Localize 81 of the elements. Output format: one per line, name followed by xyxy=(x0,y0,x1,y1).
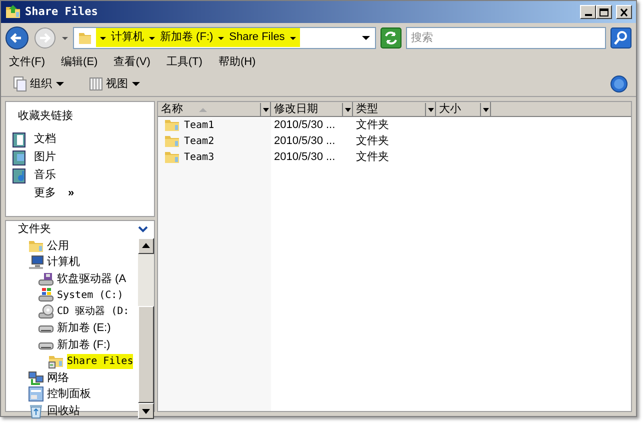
more-link[interactable]: 更多 » xyxy=(6,184,154,202)
help-icon[interactable] xyxy=(610,75,628,93)
folder-icon xyxy=(5,4,21,20)
file-name[interactable]: Team2 xyxy=(184,134,214,148)
minimize-icon xyxy=(584,14,592,16)
favorite-link[interactable]: 音乐 xyxy=(6,166,154,184)
scrollbar[interactable] xyxy=(138,238,154,419)
address-field[interactable]: 计算机 新加卷 (F:) Share Files xyxy=(73,26,376,48)
arrow-down-icon xyxy=(142,408,150,414)
column-header[interactable]: 名称 xyxy=(158,102,271,117)
window-title: Share Files xyxy=(25,4,99,20)
scroll-thumb[interactable] xyxy=(138,306,154,403)
refresh-button[interactable] xyxy=(380,26,402,48)
column-dropdown-icon[interactable] xyxy=(260,103,270,116)
search-field[interactable]: 搜索 xyxy=(406,26,606,48)
file-name[interactable]: Team3 xyxy=(184,150,214,164)
folder-icon xyxy=(164,133,180,149)
sort-ascending-icon xyxy=(199,106,207,112)
chevron-down-icon[interactable] xyxy=(138,225,148,234)
menu-item[interactable]: 查看(V) xyxy=(106,54,158,70)
tree-item[interactable]: 网络 xyxy=(6,370,138,386)
tree-item[interactable]: Share Files xyxy=(6,353,138,370)
caret-icon xyxy=(131,79,141,89)
tree-item[interactable]: 新加卷 (F:) xyxy=(6,336,138,353)
menu-item[interactable]: 帮助(H) xyxy=(210,54,264,70)
arrow-up-icon xyxy=(142,243,150,248)
pictures-icon xyxy=(12,150,28,166)
section-title: 收藏夹链接 xyxy=(17,108,74,124)
tree-item[interactable]: 回收站 xyxy=(6,402,138,419)
tree-item[interactable]: 公用 xyxy=(6,238,138,254)
floppy-drive-icon xyxy=(38,270,54,287)
column-dropdown-icon[interactable] xyxy=(425,103,435,116)
table-cell: 2010/5/30 ... xyxy=(274,150,336,163)
control-panel-icon xyxy=(28,386,44,402)
table-cell: 文件夹 xyxy=(356,118,389,131)
menu-item[interactable]: 文件(F) xyxy=(1,54,54,70)
column-header[interactable]: 修改日期 xyxy=(271,102,353,117)
scroll-up-button[interactable] xyxy=(138,238,154,254)
system-drive-icon xyxy=(38,287,54,304)
caret-icon xyxy=(55,79,65,89)
documents-icon xyxy=(12,132,28,148)
column-header[interactable]: 大小 xyxy=(436,102,491,117)
tree-item[interactable]: 软盘驱动器 (A xyxy=(6,270,138,287)
search-button[interactable] xyxy=(610,26,632,48)
table-cell: 文件夹 xyxy=(356,150,389,163)
cd-drive-icon xyxy=(38,304,54,320)
folder-icon xyxy=(164,149,180,165)
tree-item[interactable]: 新加卷 (E:) xyxy=(6,320,138,336)
file-name[interactable]: Team1 xyxy=(184,118,214,132)
recycle-bin-icon xyxy=(28,402,44,419)
folder-icon xyxy=(164,117,180,133)
views-icon xyxy=(89,76,103,92)
close-icon xyxy=(619,8,629,16)
close-button[interactable] xyxy=(616,5,632,19)
favorite-link[interactable]: 图片 xyxy=(6,148,154,166)
music-icon xyxy=(12,168,28,184)
computer-icon xyxy=(28,254,44,270)
favorite-link[interactable]: 文档 xyxy=(6,130,154,148)
column-dropdown-icon[interactable] xyxy=(480,103,490,116)
menu-item[interactable]: 编辑(E) xyxy=(53,54,106,70)
maximize-icon xyxy=(599,8,609,16)
menu-item[interactable]: 工具(T) xyxy=(158,54,210,70)
minimize-button[interactable] xyxy=(580,5,596,19)
tree-item[interactable]: 计算机 xyxy=(6,254,138,270)
network-icon xyxy=(28,370,44,386)
table-cell: 2010/5/30 ... xyxy=(274,134,336,147)
maximize-button[interactable] xyxy=(596,5,612,19)
pages-icon xyxy=(13,76,27,92)
section-title: 文件夹 xyxy=(18,222,51,237)
toolbar-button[interactable]: 组织 xyxy=(9,76,69,92)
table-cell: 2010/5/30 ... xyxy=(274,118,336,131)
tree-item[interactable]: 控制面板 xyxy=(6,386,138,402)
column-header[interactable]: 类型 xyxy=(353,102,436,117)
tree-item[interactable]: System (C:) xyxy=(6,287,138,304)
scroll-down-button[interactable] xyxy=(138,403,154,419)
table-cell: 文件夹 xyxy=(356,134,389,147)
shared-folder-icon xyxy=(48,353,64,370)
tree-item[interactable]: CD 驱动器 (D: xyxy=(6,304,138,320)
toolbar-button[interactable]: 视图 xyxy=(85,76,145,92)
column-dropdown-icon[interactable] xyxy=(342,103,352,116)
back-button[interactable] xyxy=(5,26,29,50)
